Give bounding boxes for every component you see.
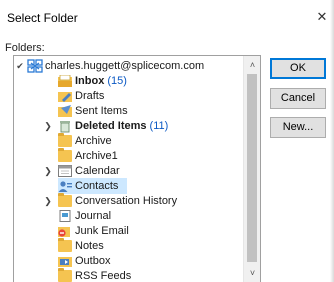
tree-item-archive[interactable]: Archive bbox=[14, 133, 244, 149]
tree-item-sent-items[interactable]: Sent Items bbox=[14, 103, 244, 119]
tree-item-inbox[interactable]: Inbox (15) bbox=[14, 73, 244, 89]
cancel-button[interactable]: Cancel bbox=[270, 88, 326, 109]
tree-item-account[interactable]: ✔ charles.huggett@splicecom.com bbox=[14, 58, 244, 74]
dialog-title: Select Folder bbox=[7, 11, 78, 25]
chevron-down-icon[interactable]: ˅ bbox=[244, 265, 260, 281]
junk-email-icon bbox=[58, 225, 72, 237]
tree-item-label: Notes bbox=[75, 240, 104, 252]
tree-item-rss-feeds[interactable]: RSS Feeds bbox=[14, 268, 244, 282]
tree-item-label: Conversation History bbox=[75, 195, 178, 207]
tree-item-label: Outbox bbox=[75, 255, 111, 267]
tree-item-label: Calendar bbox=[75, 165, 120, 177]
tree-item-journal[interactable]: Journal bbox=[14, 208, 244, 224]
tree-item-label: Journal bbox=[75, 210, 112, 222]
tree-item-deleted-items[interactable]: ❯ Deleted Items (11) bbox=[14, 118, 244, 134]
tree-item-label: Sent Items bbox=[75, 105, 128, 117]
unread-count: (15) bbox=[107, 75, 127, 87]
unread-count: (11) bbox=[149, 120, 169, 132]
tree-item-label: Inbox bbox=[75, 75, 105, 87]
folder-tree[interactable]: ✔ charles.huggett@splicecom.com Inbox (15… bbox=[13, 55, 261, 282]
chevron-up-icon[interactable]: ˄ bbox=[244, 57, 260, 73]
folder-icon bbox=[58, 193, 72, 207]
tree-item-label: Archive1 bbox=[75, 150, 118, 162]
chevron-right-icon[interactable]: ❯ bbox=[43, 118, 53, 134]
tree-item-label: RSS Feeds bbox=[75, 270, 132, 282]
ok-button[interactable]: OK bbox=[270, 58, 326, 79]
new-folder-button[interactable]: New... bbox=[270, 117, 326, 138]
tree-item-label: Drafts bbox=[75, 90, 105, 102]
sent-items-icon bbox=[58, 105, 72, 117]
account-label: charles.huggett@splicecom.com bbox=[45, 60, 205, 72]
folder-icon bbox=[58, 268, 72, 282]
tree-item-conversation-history[interactable]: ❯ Conversation History bbox=[14, 193, 244, 209]
contacts-icon bbox=[58, 180, 72, 192]
outbox-icon bbox=[58, 255, 72, 267]
chevron-right-icon[interactable]: ❯ bbox=[43, 193, 53, 209]
chevron-right-icon[interactable]: ❯ bbox=[43, 163, 53, 179]
tree-item-notes[interactable]: Notes bbox=[14, 238, 244, 254]
folders-label: Folders: bbox=[5, 42, 45, 54]
folder-icon bbox=[58, 238, 72, 252]
dialog-edge bbox=[330, 0, 334, 282]
inbox-icon bbox=[58, 74, 72, 87]
journal-icon bbox=[58, 210, 72, 222]
deleted-items-icon bbox=[58, 120, 72, 133]
tree-item-label: Contacts bbox=[75, 180, 119, 192]
tree-item-outbox[interactable]: Outbox bbox=[14, 253, 244, 269]
tree-scrollbar[interactable]: ˄ ˅ bbox=[243, 56, 260, 282]
calendar-icon bbox=[58, 165, 72, 177]
tree-item-contacts[interactable]: Contacts bbox=[58, 178, 127, 194]
tree-item-label: Deleted Items bbox=[75, 120, 147, 132]
scrollbar-thumb[interactable] bbox=[247, 74, 257, 262]
dialog-title-bar: Select Folder ✕ bbox=[0, 0, 334, 36]
tree-item-label: Archive bbox=[75, 135, 112, 147]
drafts-icon bbox=[58, 90, 72, 102]
folder-icon bbox=[58, 148, 72, 162]
tree-item-label: Junk Email bbox=[75, 225, 129, 237]
tree-item-archive1[interactable]: Archive1 bbox=[14, 148, 244, 164]
tree-item-drafts[interactable]: Drafts bbox=[14, 88, 244, 104]
tree-item-junk-email[interactable]: Junk Email bbox=[14, 223, 244, 239]
mailbox-icon bbox=[27, 59, 43, 73]
chevron-down-icon[interactable]: ✔ bbox=[15, 58, 25, 74]
tree-item-calendar[interactable]: ❯ Calendar bbox=[14, 163, 244, 179]
folder-icon bbox=[58, 133, 72, 147]
